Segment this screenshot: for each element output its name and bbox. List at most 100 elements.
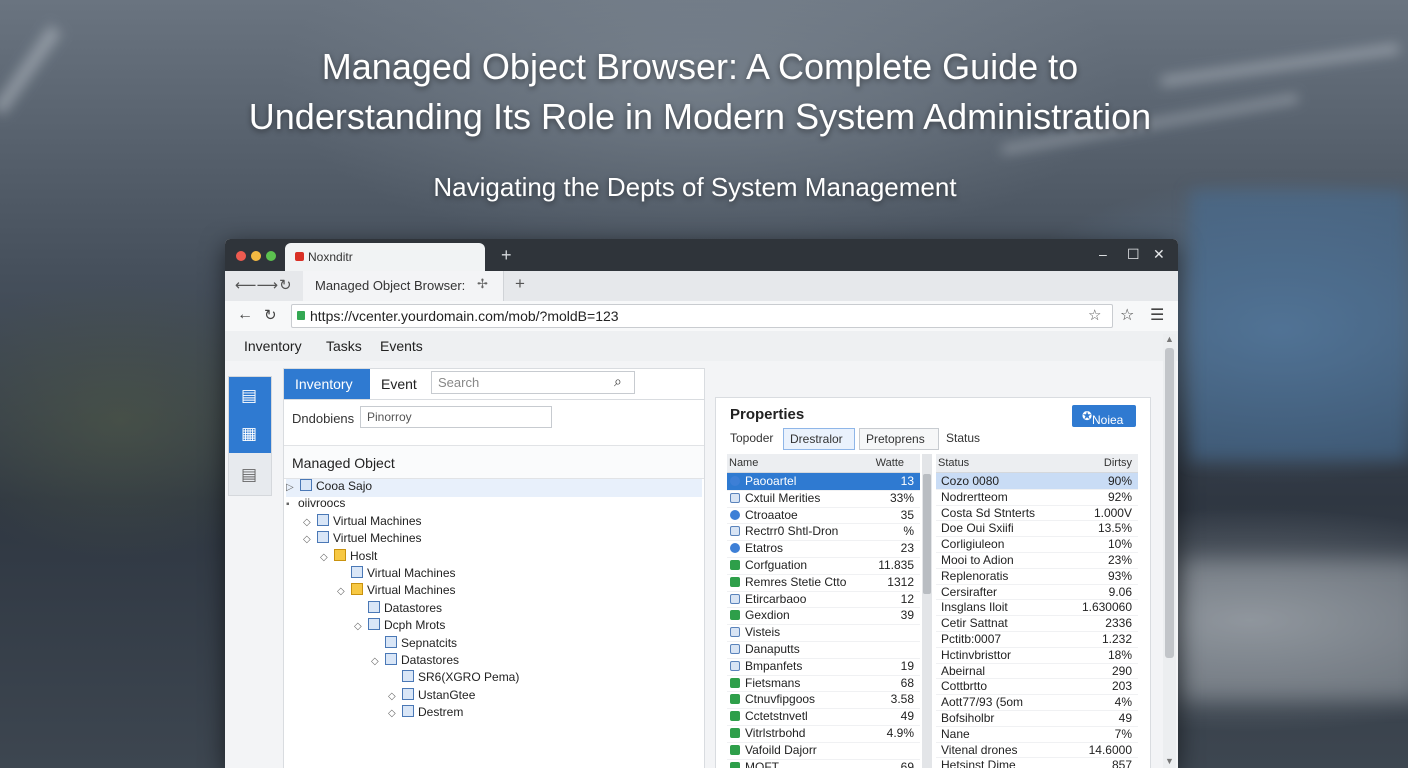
scrollbar-thumb[interactable] [1165, 348, 1174, 658]
tab-event[interactable]: Event [370, 369, 428, 399]
status-row[interactable]: Doe Oui Sxiifi 13.5% [936, 520, 1138, 538]
property-row[interactable]: MOFT 69 [727, 759, 920, 768]
tree-expander-icon[interactable]: ◇ [388, 691, 400, 702]
tree-item[interactable]: ▪ oiivroocs [286, 496, 345, 514]
grid-scrollbar[interactable] [922, 454, 932, 768]
tree-expander-icon[interactable]: ◇ [303, 517, 315, 528]
note-button[interactable]: ✪ Noiea [1072, 405, 1136, 427]
tree-expander-icon[interactable]: ◇ [320, 552, 332, 563]
tree-item[interactable]: ◇ Destrem [388, 705, 463, 723]
close-traffic-light[interactable] [236, 251, 246, 261]
tree-item[interactable]: ◇ Dcph Mrots [354, 618, 445, 636]
window-close-icon[interactable]: ✕ [1153, 246, 1165, 263]
tab-close-icon[interactable]: ✢ [477, 276, 488, 292]
status-row[interactable]: Nane 7% [936, 726, 1138, 743]
status-row[interactable]: Abeirnal 290 [936, 663, 1138, 680]
status-row[interactable]: Nodrertteom 92% [936, 489, 1138, 506]
bookmark-star-icon[interactable]: ☆ [1088, 306, 1101, 324]
property-row[interactable]: Fietsmans 68 [727, 675, 920, 693]
window-maximize-icon[interactable]: ☐ [1127, 246, 1140, 263]
tree-item[interactable]: ◇ Virtual Machines [337, 583, 456, 601]
page-scrollbar[interactable]: ▲ ▼ [1163, 334, 1176, 768]
status-row[interactable]: Pctitb:0007 1.232 [936, 631, 1138, 648]
tab-inventory[interactable]: Inventory [284, 369, 370, 399]
menu-item-events[interactable]: Events [380, 338, 423, 354]
new-tab-plus-icon[interactable]: + [501, 245, 512, 266]
tree-item[interactable]: Sepnatcits [371, 635, 457, 654]
scroll-up-icon[interactable]: ▲ [1165, 334, 1174, 344]
subtab-pretoprens[interactable]: Pretoprens [859, 428, 939, 450]
tree-item[interactable]: Virtual Machines [337, 566, 456, 584]
tree-expander-icon[interactable]: ◇ [337, 586, 349, 597]
tree-item[interactable]: ◇ Datastores [371, 653, 459, 671]
property-row[interactable]: Etircarbaoo 12 [727, 591, 920, 609]
tree-item[interactable]: ◇ UstanGtee [388, 687, 475, 706]
status-row[interactable]: Hctinvbristtor 18% [936, 647, 1138, 664]
status-row[interactable]: Aott77/93 (5om 4% [936, 694, 1138, 711]
property-row[interactable]: Rectrr0 Shtl-Dron% [727, 523, 920, 542]
property-row[interactable]: Cctetstnvetl 49 [727, 708, 920, 726]
tree-item[interactable]: Datastores [354, 600, 442, 619]
sidebar-document-button[interactable]: ▤ [229, 456, 271, 494]
property-row[interactable]: Corfguation 11.835 [727, 557, 920, 575]
sidebar-calendar-button[interactable]: ▦ [229, 415, 271, 453]
property-row[interactable]: Vitrlstrbohd 4.9% [727, 725, 920, 743]
status-row[interactable]: Cozo 0080 90% [936, 473, 1138, 490]
browser-tab-top[interactable]: Noxnditr [285, 243, 485, 271]
status-row[interactable]: Cottbrtto 203 [936, 678, 1138, 696]
tree-item[interactable]: SR6(XGRO Pema) [388, 670, 519, 688]
column-header-name[interactable]: Name [729, 457, 758, 469]
property-row[interactable]: Remres Stetie Ctto 1312 [727, 574, 920, 592]
scrollbar-thumb[interactable] [923, 474, 931, 594]
property-row[interactable]: Paooartel 13 [727, 473, 920, 491]
column-header-value[interactable]: Dirtsy [1104, 457, 1132, 469]
status-row[interactable]: Costa Sd Stnterts 1.000V [936, 505, 1138, 522]
tree-item[interactable]: ▷ Cooa Sajo [286, 479, 702, 497]
status-row[interactable]: Replenoratis 93% [936, 568, 1138, 585]
status-row[interactable]: Hetsinst Dime 857 [936, 757, 1138, 768]
menu-item-inventory[interactable]: Inventory [244, 338, 302, 354]
tree-expander-icon[interactable]: ◇ [354, 621, 366, 632]
favorites-star-icon[interactable]: ☆ [1120, 305, 1134, 325]
filter-input[interactable]: Pinorroy [360, 406, 552, 428]
column-header-status[interactable]: Status [938, 457, 969, 469]
tree-expander-icon[interactable]: ◇ [303, 534, 315, 545]
status-row[interactable]: Mooi to Adion 23% [936, 552, 1138, 569]
tree-expander-icon[interactable]: ◇ [371, 656, 383, 667]
tree-item[interactable]: ◇ Virtuel Mechines [303, 531, 422, 549]
property-row[interactable]: Danaputts [727, 641, 920, 659]
search-input[interactable]: Search ⌕ [431, 371, 635, 394]
status-row[interactable]: Vitenal drones 14.6000 [936, 742, 1138, 759]
minimize-traffic-light[interactable] [251, 251, 261, 261]
sidebar-list-button[interactable]: ▤ [229, 377, 271, 415]
tree-item[interactable]: ◇ Virtual Machines [303, 513, 422, 532]
property-row[interactable]: Etatros 23 [727, 540, 920, 558]
subtab-topoder[interactable]: Topoder [724, 428, 784, 448]
reload-icon[interactable]: ↻ [279, 276, 292, 294]
tree-expander-icon[interactable]: ◇ [388, 708, 400, 719]
back-forward-arrows-icon[interactable]: ⟵⟶ [235, 276, 278, 294]
reload-icon[interactable]: ↻ [264, 306, 277, 324]
tree-expander-icon[interactable]: ▷ [286, 482, 298, 493]
status-row[interactable]: Corligiuleon 10% [936, 536, 1138, 553]
subtab-drestralor[interactable]: Drestralor [783, 428, 855, 450]
tree-expander-icon[interactable]: ▪ [286, 499, 298, 510]
property-row[interactable]: Bmpanfets 19 [727, 658, 920, 676]
browser-tab-mob[interactable]: Managed Object Browser: ✢ [303, 271, 504, 301]
window-minimize-icon[interactable]: – [1099, 246, 1107, 262]
scroll-down-icon[interactable]: ▼ [1165, 756, 1174, 766]
status-row[interactable]: Cetir Sattnat 2336 [936, 615, 1138, 632]
status-row[interactable]: Cersirafter 9.06 [936, 584, 1138, 601]
zoom-traffic-light[interactable] [266, 251, 276, 261]
new-tab-plus-icon[interactable]: + [515, 274, 525, 294]
property-row[interactable]: Visteis [727, 624, 920, 642]
tree-item[interactable]: ◇ Hoslt [320, 548, 377, 567]
status-row[interactable]: Insglans Iloit 1.630060 [936, 599, 1138, 617]
menu-item-tasks[interactable]: Tasks [326, 338, 362, 354]
status-row[interactable]: Bofsiholbr 49 [936, 710, 1138, 727]
subtab-status[interactable]: Status [940, 428, 988, 448]
hamburger-menu-icon[interactable]: ☰ [1150, 305, 1164, 325]
property-row[interactable]: Vafoild Dajorr [727, 742, 920, 760]
url-input[interactable]: https://vcenter.yourdomain.com/mob/?mold… [291, 304, 1113, 328]
search-icon[interactable]: ⌕ [614, 373, 622, 390]
